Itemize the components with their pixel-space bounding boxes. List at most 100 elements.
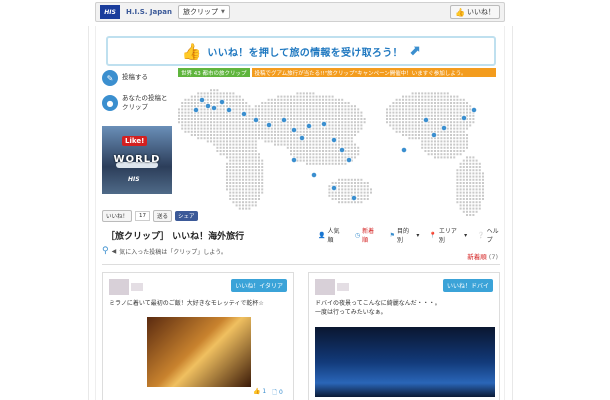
- map-dot: [261, 121, 264, 124]
- avatar[interactable]: [109, 279, 129, 295]
- map-dot: [235, 194, 238, 197]
- stripe-campaign[interactable]: 投稿でグアム旅行が当たる!!"旅クリップ"キャンペーン開催中！いますぐ参加しよう…: [251, 68, 496, 77]
- map-dot: [238, 204, 241, 207]
- map-dot: [357, 153, 360, 156]
- map-pin-icon[interactable]: [321, 121, 327, 127]
- map-dot: [277, 124, 280, 127]
- map-dot: [213, 111, 216, 114]
- map-dot: [437, 98, 440, 101]
- map-dot: [222, 111, 225, 114]
- map-pin-icon[interactable]: [219, 99, 225, 105]
- post-clip-action[interactable]: 🗋 0: [272, 388, 283, 398]
- map-pin-icon[interactable]: [226, 107, 232, 113]
- map-dot: [331, 124, 334, 127]
- map-dot: [440, 114, 443, 117]
- map-pin-icon[interactable]: [306, 123, 312, 129]
- new-count[interactable]: 新着順 (7): [467, 251, 498, 261]
- map-dot: [466, 175, 468, 178]
- sort-purpose[interactable]: ⚑ 目的別 ▾: [390, 226, 420, 244]
- map-pin-icon[interactable]: [471, 107, 477, 113]
- map-pin-icon[interactable]: [346, 157, 352, 163]
- post-like-action[interactable]: 👍 1: [253, 388, 266, 398]
- post-card-italy[interactable]: いいね！イタリア ミラノに着いて最初のご飯！大好きなモレッティで乾杯☆ 👍 1 …: [102, 272, 294, 400]
- avatar[interactable]: [315, 279, 335, 295]
- post-tag[interactable]: いいね！ドバイ: [442, 279, 493, 292]
- map-pin-icon[interactable]: [193, 107, 199, 113]
- map-pin-icon[interactable]: [331, 137, 337, 143]
- map-dot: [443, 108, 446, 111]
- map-dot: [258, 162, 260, 165]
- like-banner[interactable]: 👍 いいね！を押して旅の情報を受け取ろう！ ⬈: [106, 36, 496, 66]
- page-name-link[interactable]: H.I.S. Japan: [126, 8, 172, 16]
- map-pin-icon[interactable]: [205, 103, 211, 109]
- map-dot: [261, 102, 264, 104]
- map-dot: [296, 108, 299, 111]
- post-photo[interactable]: [147, 317, 251, 387]
- map-dot: [325, 153, 328, 156]
- map-dot: [354, 118, 356, 120]
- map-pin-icon[interactable]: [211, 105, 217, 111]
- map-pin-icon[interactable]: [199, 97, 205, 103]
- map-dot: [328, 194, 331, 197]
- map-pin-icon[interactable]: [241, 111, 247, 117]
- map-dot: [459, 194, 462, 197]
- map-dot: [338, 111, 340, 114]
- map-pin-icon[interactable]: [266, 122, 272, 128]
- map-pin-icon[interactable]: [253, 117, 259, 123]
- map-dot: [440, 121, 443, 124]
- like-world-promo[interactable]: Like! WORLD HIS: [102, 126, 172, 194]
- sort-newest[interactable]: ◷ 新着順: [355, 226, 380, 244]
- map-dot: [235, 162, 238, 165]
- map-dot: [325, 146, 328, 149]
- map-dot: [475, 172, 478, 175]
- map-pin-icon[interactable]: [291, 157, 297, 163]
- side-nav-my-clips[interactable]: ● あなたの投稿と クリップ: [102, 94, 174, 112]
- map-pin-icon[interactable]: [311, 172, 317, 178]
- map-dot: [302, 92, 305, 95]
- map-dot: [338, 156, 340, 159]
- map-pin-icon[interactable]: [331, 185, 337, 191]
- tab-selector[interactable]: 旅クリップ ▼: [177, 5, 230, 19]
- map-dot: [437, 146, 440, 149]
- map-dot: [411, 134, 414, 136]
- map-pin-icon[interactable]: [441, 125, 447, 131]
- map-dot: [446, 137, 449, 140]
- map-pin-icon[interactable]: [339, 147, 345, 153]
- map-pin-icon[interactable]: [401, 147, 407, 153]
- post-photo[interactable]: [315, 327, 495, 397]
- app-canvas: 👍 いいね！を押して旅の情報を受け取ろう！ ⬈ ✎ 投稿する ● あなたの投稿と…: [95, 26, 505, 400]
- map-dot: [341, 114, 344, 117]
- sort-popular[interactable]: 👤 人気順: [318, 226, 345, 244]
- map-pin-icon[interactable]: [291, 127, 297, 133]
- stripe-cities[interactable]: 世界 43 都市の旅クリップ: [178, 68, 250, 77]
- map-pin-icon[interactable]: [423, 117, 429, 123]
- post-tag[interactable]: いいね！イタリア: [231, 279, 287, 292]
- map-dot: [286, 137, 289, 140]
- chevron-down-icon: ▾: [464, 231, 468, 239]
- page-like-button[interactable]: 👍 いいね！: [450, 5, 500, 19]
- sort-help[interactable]: ❔ ヘルプ: [477, 226, 504, 244]
- map-pin-icon[interactable]: [351, 195, 357, 201]
- post-card-dubai[interactable]: いいね！ドバイ ドバイの夜景ってこんなに綺麗なんだ・・・。 一度は行ってみたいな…: [308, 272, 500, 400]
- map-dot: [334, 156, 337, 159]
- map-dot: [344, 121, 347, 124]
- map-dot: [453, 150, 456, 152]
- fb-like-button[interactable]: いいね！: [102, 210, 133, 222]
- world-map[interactable]: [174, 80, 498, 230]
- map-dot: [315, 134, 318, 136]
- fb-share-button[interactable]: シェア: [175, 211, 198, 221]
- map-dot: [197, 114, 200, 117]
- sort-area[interactable]: 📍 エリア別 ▾: [429, 226, 467, 244]
- side-nav-post[interactable]: ✎ 投稿する: [102, 70, 174, 86]
- send-button[interactable]: 送る: [153, 210, 173, 222]
- map-pin-icon[interactable]: [431, 132, 437, 138]
- map-pin-icon[interactable]: [281, 117, 287, 123]
- map-pin-icon[interactable]: [461, 115, 467, 121]
- map-dot: [472, 182, 475, 184]
- his-logo[interactable]: HIS: [100, 5, 120, 19]
- map-dot: [306, 159, 308, 162]
- map-dot: [338, 159, 340, 162]
- map-dot: [334, 108, 337, 111]
- map-dot: [354, 191, 356, 194]
- map-pin-icon[interactable]: [299, 135, 305, 141]
